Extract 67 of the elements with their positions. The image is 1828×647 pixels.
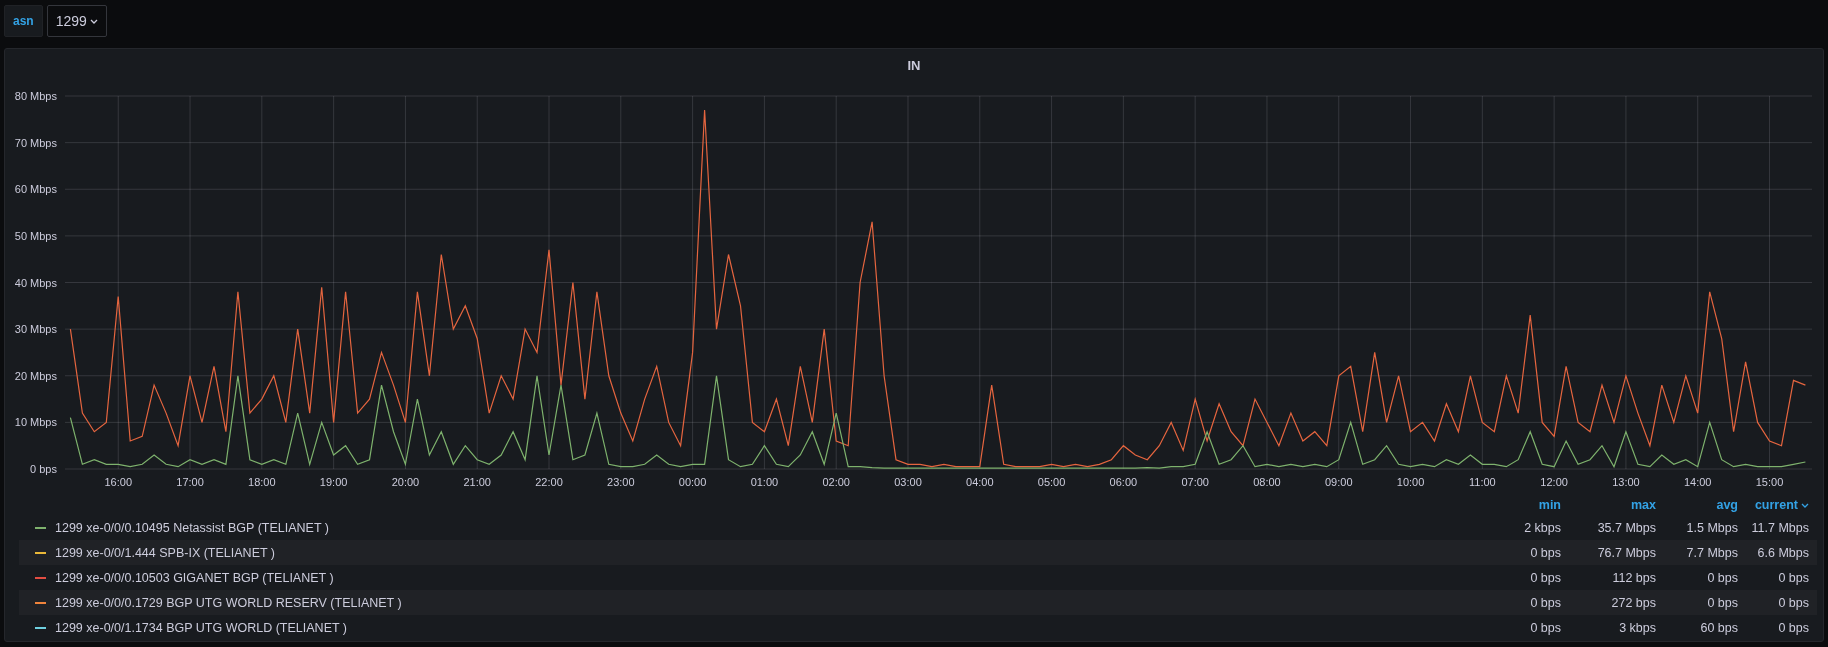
x-axis-label: 21:00 — [463, 476, 491, 488]
x-axis-label: 18:00 — [248, 476, 276, 488]
legend-value: 0 bps — [1529, 545, 1561, 560]
legend-value: 0 bps — [1777, 570, 1809, 585]
x-axis-label: 14:00 — [1683, 476, 1712, 488]
legend-value: 35.7 Mbps — [1596, 520, 1656, 535]
x-axis-label: 22:00 — [535, 476, 563, 488]
x-axis-label: 03:00 — [894, 476, 922, 488]
legend-value: 3 kbps — [1618, 620, 1656, 635]
x-axis-label: 04:00 — [966, 476, 994, 488]
legend-value: 6.6 Mbps — [1756, 545, 1809, 560]
sort-caret-icon — [1801, 502, 1809, 508]
x-axis-label: 08:00 — [1253, 476, 1281, 488]
panel-title: IN — [906, 57, 922, 75]
x-axis-label: 20:00 — [391, 476, 420, 488]
x-axis-label: 11:00 — [1469, 476, 1496, 488]
legend-value: 0 bps — [1777, 595, 1809, 610]
caret-icon — [89, 18, 98, 24]
legend-value: 0 bps — [1706, 595, 1738, 610]
variable-dropdown[interactable]: 1299 — [46, 5, 107, 37]
y-axis-label: 40 Mbps — [14, 276, 57, 289]
legend-column-header[interactable]: min — [1466, 498, 1561, 512]
series-name[interactable]: 1299 xe-0/0/1.444 SPB-IX (TELIANET ) — [55, 545, 275, 560]
x-axis-label: 05:00 — [1037, 476, 1066, 488]
legend-column-header[interactable]: avg — [1656, 498, 1738, 512]
x-axis-label: 06:00 — [1109, 476, 1138, 488]
x-axis-label: 01:00 — [750, 476, 779, 488]
y-axis-label: 30 Mbps — [14, 323, 57, 336]
x-axis-label: 10:00 — [1396, 476, 1425, 488]
x-axis-label: 16:00 — [104, 476, 132, 488]
legend-value: 272 bps — [1610, 595, 1656, 610]
legend-value: 2 kbps — [1523, 520, 1561, 535]
legend-value: 76.7 Mbps — [1596, 545, 1656, 560]
legend-value: 7.7 Mbps — [1685, 545, 1738, 560]
y-axis-label: 10 Mbps — [14, 416, 57, 429]
y-axis-label: 70 Mbps — [14, 136, 57, 149]
x-axis-label: 09:00 — [1325, 476, 1353, 488]
legend-value: 1.5 Mbps — [1685, 520, 1738, 535]
legend-value: 112 bps — [1611, 570, 1656, 585]
legend-value: 0 bps — [1529, 620, 1561, 635]
x-axis-label: 23:00 — [607, 476, 635, 488]
legend-column-header[interactable]: max — [1561, 498, 1656, 512]
x-axis-label: 12:00 — [1540, 476, 1568, 488]
y-axis-label: 80 Mbps — [14, 90, 57, 102]
series-name[interactable]: 1299 xe-0/0/0.10495 Netassist BGP (TELIANET ) — [55, 520, 329, 535]
series-name[interactable]: 1299 xe-0/0/1.1734 BGP UTG WORLD (TELIANET ) — [55, 620, 347, 635]
legend-value: 0 bps — [1706, 570, 1738, 585]
y-axis-label: 60 Mbps — [14, 183, 57, 196]
series-name[interactable]: 1299 xe-0/0/0.1729 BGP UTG WORLD RESERV (TELIANET ) — [55, 595, 402, 610]
y-axis-label: 50 Mbps — [14, 229, 57, 242]
legend-value: 0 bps — [1529, 570, 1561, 585]
legend-value: 60 bps — [1699, 620, 1738, 635]
legend-value: 0 bps — [1529, 595, 1561, 610]
y-axis-label: 20 Mbps — [14, 369, 57, 382]
x-axis-label: 00:00 — [678, 476, 707, 488]
series-name[interactable]: 1299 xe-0/0/0.10503 GIGANET BGP (TELIANET ) — [55, 570, 334, 585]
x-axis-label: 07:00 — [1181, 476, 1209, 488]
legend-value: 0 bps — [1777, 620, 1809, 635]
y-axis-label: 0 bps — [30, 463, 57, 475]
legend-column-header[interactable]: current — [1738, 498, 1809, 512]
x-axis-label: 15:00 — [1755, 476, 1784, 488]
x-axis-label: 13:00 — [1612, 476, 1640, 488]
x-axis-label: 19:00 — [319, 476, 348, 488]
legend-value: 11.7 Mbps — [1750, 520, 1809, 535]
variable-label: asn — [4, 5, 43, 37]
x-axis-label: 17:00 — [176, 476, 204, 488]
x-axis-label: 02:00 — [822, 476, 850, 488]
